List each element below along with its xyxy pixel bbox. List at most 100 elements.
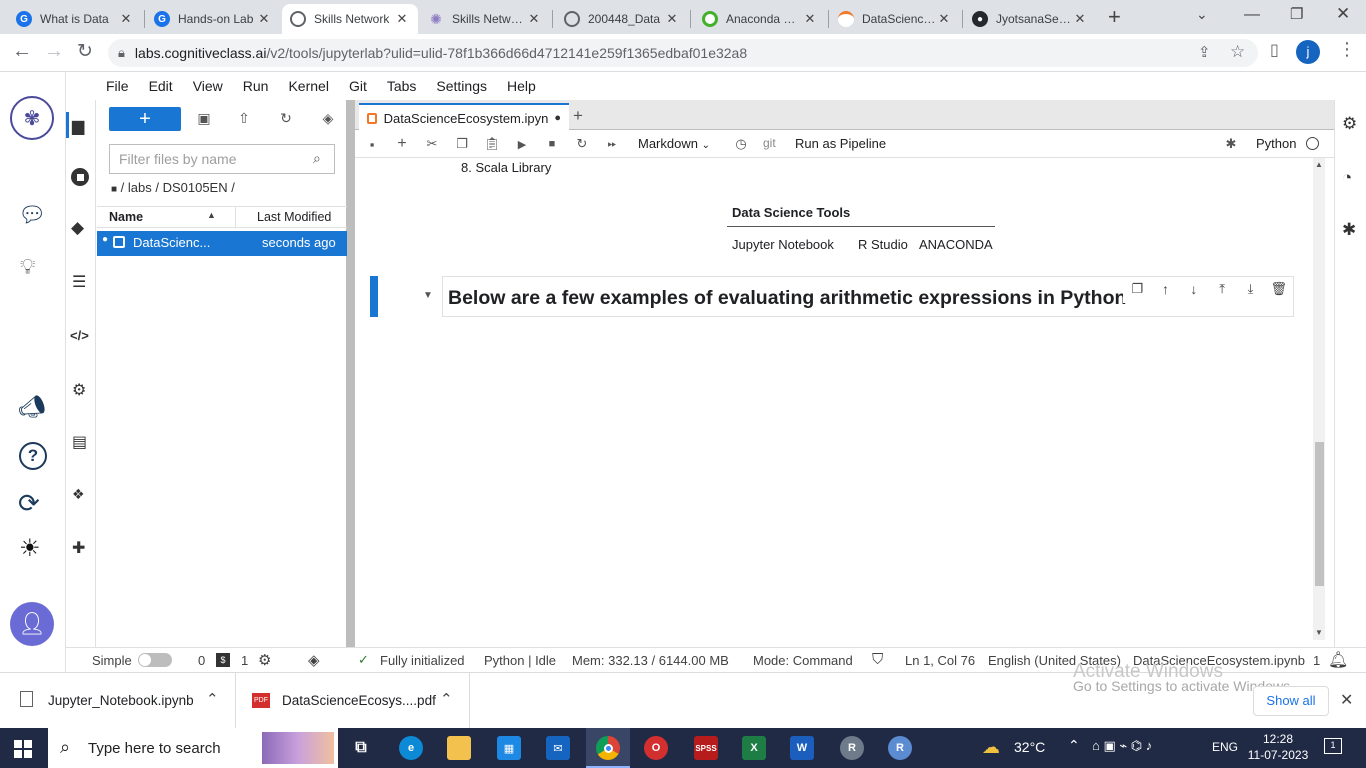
menu-settings[interactable]: Settings bbox=[436, 78, 487, 94]
move-down-icon[interactable]: ↓ bbox=[1180, 281, 1208, 303]
add-tab-icon[interactable]: + bbox=[573, 106, 583, 126]
new-launcher-button[interactable]: + bbox=[109, 107, 181, 131]
insert-below-icon[interactable]: ⤓ bbox=[1236, 281, 1264, 303]
forward-icon[interactable]: → bbox=[44, 40, 64, 63]
menu-git[interactable]: Git bbox=[349, 78, 367, 94]
tray-expand-icon[interactable]: ⌃ bbox=[1068, 737, 1080, 754]
browser-tab[interactable]: G What is Data ✕ bbox=[8, 4, 142, 34]
breadcrumb[interactable]: ■ / labs / DS0105EN / bbox=[111, 180, 235, 195]
close-window-icon[interactable]: ✕ bbox=[1336, 4, 1350, 24]
mail-icon[interactable]: ✉ bbox=[546, 736, 570, 760]
close-tab-icon[interactable]: ✕ bbox=[526, 11, 542, 27]
show-all-button[interactable]: Show all bbox=[1253, 686, 1329, 716]
reload-icon[interactable]: ↻ bbox=[77, 40, 93, 63]
last-modified-column-header[interactable]: Last Modified bbox=[257, 210, 331, 224]
run-all-icon[interactable]: ⏩︎ bbox=[602, 134, 622, 154]
new-tab-button[interactable]: + bbox=[1108, 4, 1121, 30]
rstudio-icon[interactable]: R bbox=[840, 736, 864, 760]
skills-network-logo-icon[interactable]: ✾ bbox=[10, 96, 54, 140]
weather-icon[interactable]: ☁ bbox=[982, 737, 1000, 758]
tab-search-icon[interactable]: ⌄ bbox=[1196, 6, 1208, 23]
close-download-bar-icon[interactable]: ✕ bbox=[1340, 690, 1353, 710]
browser-tab[interactable]: Anaconda Cloud ✕ bbox=[694, 4, 826, 34]
scroll-thumb[interactable] bbox=[1315, 442, 1324, 586]
word-icon[interactable]: W bbox=[790, 736, 814, 760]
debugger-icon[interactable]: ✱ bbox=[1342, 220, 1356, 240]
debugger-bug-icon[interactable]: ✱ bbox=[1221, 134, 1241, 154]
kernel-name[interactable]: Python bbox=[1256, 136, 1296, 151]
trust-shield-icon[interactable]: ⛉ bbox=[872, 651, 883, 668]
close-tab-icon[interactable]: ✕ bbox=[1072, 11, 1088, 27]
restore-icon[interactable]: ❐ bbox=[1290, 5, 1303, 23]
chat-icon[interactable]: 💬︎ bbox=[18, 202, 46, 228]
menu-kernel[interactable]: Kernel bbox=[288, 78, 328, 94]
task-view-icon[interactable]: ⧉ bbox=[349, 736, 373, 760]
cell-type-select[interactable]: Markdown ⌄ bbox=[638, 136, 710, 151]
kernels-count[interactable]: 1 bbox=[241, 653, 248, 668]
file-explorer-icon[interactable] bbox=[447, 736, 471, 760]
save-icon[interactable]: ▪ bbox=[362, 134, 382, 154]
clock-date[interactable]: 11-07-2023 bbox=[1245, 748, 1311, 762]
edge-icon[interactable]: e bbox=[399, 736, 423, 760]
restart-icon[interactable]: ↻ bbox=[572, 134, 592, 154]
brightness-icon[interactable]: ☀ bbox=[19, 534, 41, 563]
browser-tab[interactable]: 200448_Data ✕ bbox=[556, 4, 688, 34]
code-icon[interactable]: </> bbox=[70, 328, 89, 343]
copy-icon[interactable]: ❐ bbox=[452, 134, 472, 154]
side-panel-icon[interactable]: ▯ bbox=[1270, 40, 1279, 60]
help-icon[interactable]: ? bbox=[19, 442, 47, 470]
clock-icon[interactable]: ◷ bbox=[731, 134, 751, 154]
action-center-icon[interactable]: 1 bbox=[1324, 738, 1342, 754]
lsp-status[interactable]: Fully initialized bbox=[380, 653, 465, 668]
chevron-up-icon[interactable]: ⌃ bbox=[440, 690, 453, 708]
bookmark-star-icon[interactable]: ☆ bbox=[1230, 42, 1245, 62]
property-gear-icon[interactable]: ⚙ bbox=[1342, 114, 1357, 134]
lightbulb-icon[interactable]: 💡︎ bbox=[20, 254, 35, 280]
insert-above-icon[interactable]: ⤒ bbox=[1208, 281, 1236, 303]
close-tab-icon[interactable]: ✕ bbox=[802, 11, 818, 27]
scroll-down-icon[interactable]: ▼ bbox=[1315, 628, 1323, 637]
unsaved-dot-icon[interactable]: ● bbox=[554, 112, 561, 124]
spss-icon[interactable]: SPSS bbox=[694, 736, 718, 760]
running-kernels-icon[interactable] bbox=[71, 168, 89, 186]
run-as-pipeline-button[interactable]: Run as Pipeline bbox=[795, 136, 886, 151]
folder-icon[interactable]: ▆ bbox=[72, 116, 84, 136]
tray-icons[interactable]: ⌂ ▣ ⌁ ⌬ ♪ bbox=[1092, 738, 1152, 754]
menu-tabs[interactable]: Tabs bbox=[387, 78, 417, 94]
close-tab-icon[interactable]: ✕ bbox=[118, 11, 134, 27]
terminals-count[interactable]: 0 bbox=[198, 653, 205, 668]
megaphone-icon[interactable]: 📣︎ bbox=[18, 394, 46, 420]
chrome-icon[interactable] bbox=[596, 736, 620, 760]
menu-edit[interactable]: Edit bbox=[149, 78, 173, 94]
browser-tab-active[interactable]: Skills Network ✕ bbox=[282, 4, 418, 34]
close-tab-icon[interactable]: ✕ bbox=[256, 11, 272, 27]
git-clone-icon[interactable]: ◈ bbox=[317, 106, 339, 130]
browser-tab[interactable]: ● JyotsanaSewa ✕ bbox=[964, 4, 1096, 34]
close-tab-icon[interactable]: ✕ bbox=[936, 11, 952, 27]
file-row[interactable]: ● DataScienc... seconds ago bbox=[97, 231, 347, 256]
browser-tab[interactable]: DataScienceE ✕ bbox=[830, 4, 960, 34]
opera-icon[interactable]: O bbox=[644, 736, 668, 760]
kernel-status[interactable]: Python | Idle bbox=[484, 653, 556, 668]
download-item[interactable]: PDF DataScienceEcosys....pdf ⌃ bbox=[236, 673, 470, 729]
stop-icon[interactable]: ■ bbox=[542, 134, 562, 154]
close-tab-icon[interactable]: ✕ bbox=[394, 11, 410, 27]
profile-avatar[interactable]: j bbox=[1296, 40, 1320, 64]
new-folder-icon[interactable]: ▣ bbox=[193, 106, 215, 130]
share-icon[interactable]: ⇪ bbox=[1198, 43, 1211, 61]
collapse-heading-icon[interactable]: ▼ bbox=[423, 290, 433, 301]
filter-files-input[interactable] bbox=[109, 144, 335, 174]
settings-gear-icon[interactable]: ⚙ bbox=[72, 380, 86, 400]
extensions-grid-icon[interactable]: ❖ bbox=[72, 486, 85, 503]
browser-tab[interactable]: G Hands-on Lab ✕ bbox=[146, 4, 280, 34]
puzzle-icon[interactable]: ✚ bbox=[72, 538, 85, 558]
git-status-icon[interactable]: ◈ bbox=[308, 651, 320, 669]
refresh-icon[interactable]: ↻ bbox=[275, 106, 297, 130]
input-language[interactable]: ENG bbox=[1212, 740, 1238, 754]
menu-view[interactable]: View bbox=[193, 78, 223, 94]
name-column-header[interactable]: Name bbox=[109, 210, 143, 224]
minimize-icon[interactable]: — bbox=[1244, 6, 1260, 24]
menu-run[interactable]: Run bbox=[243, 78, 269, 94]
cursor-position[interactable]: Ln 1, Col 76 bbox=[905, 653, 975, 668]
taskbar-search[interactable]: ⌕ Type here to search bbox=[48, 728, 338, 768]
